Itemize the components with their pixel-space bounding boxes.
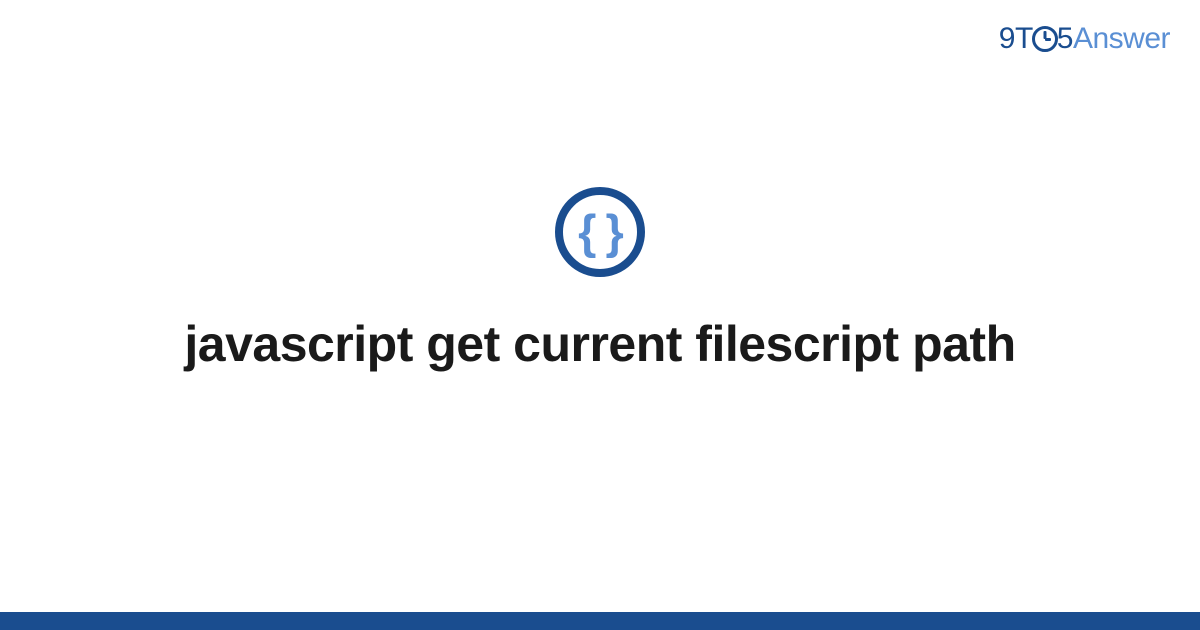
main-content: { } javascript get current filescript pa… bbox=[0, 0, 1200, 630]
code-braces-icon: { } bbox=[578, 208, 622, 255]
logo-answer: Answer bbox=[1073, 22, 1170, 55]
logo-t: T bbox=[1015, 22, 1033, 55]
logo-nine: 9 bbox=[999, 22, 1015, 55]
site-logo: 9T5Answer bbox=[999, 22, 1170, 56]
footer-bar bbox=[0, 612, 1200, 630]
category-icon-circle: { } bbox=[555, 187, 645, 277]
page-title: javascript get current filescript path bbox=[184, 315, 1015, 374]
logo-five: 5 bbox=[1057, 22, 1073, 55]
clock-icon bbox=[1032, 26, 1058, 52]
